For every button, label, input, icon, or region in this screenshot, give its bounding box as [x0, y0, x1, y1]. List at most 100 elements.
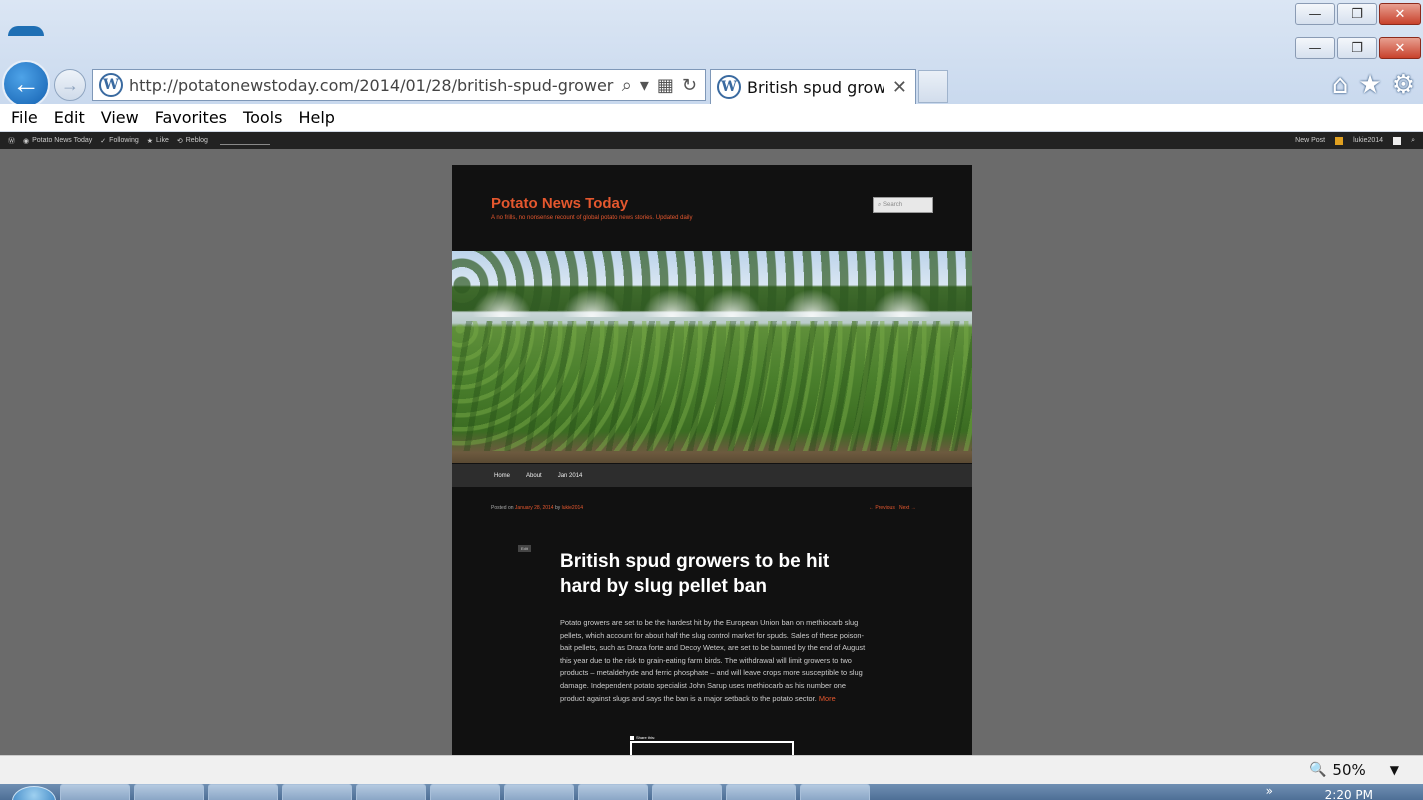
post-meta-prefix: Posted on — [491, 505, 514, 511]
post-body-text: Potato growers are set to be the hardest… — [560, 618, 866, 703]
taskbar-app-button[interactable] — [282, 784, 352, 800]
taskbar-app-button[interactable] — [726, 784, 796, 800]
post-body: Potato growers are set to be the hardest… — [560, 617, 866, 705]
address-url[interactable]: http://potatonewstoday.com/2014/01/28/br… — [129, 76, 614, 95]
home-icon[interactable]: ⌂ — [1332, 70, 1349, 100]
taskbar-app-button[interactable] — [356, 784, 426, 800]
wordpress-favicon-icon: W — [99, 73, 123, 97]
taskbar-explorer-button[interactable] — [208, 784, 278, 800]
tab-close-icon[interactable]: ✕ — [884, 77, 915, 98]
reblog-icon: ⟲ — [176, 137, 183, 145]
next-post-link[interactable]: Next → — [899, 505, 916, 511]
notifications-icon[interactable] — [1335, 136, 1344, 145]
menu-help[interactable]: Help — [290, 108, 342, 127]
taskbar-app-button[interactable] — [430, 784, 500, 800]
taskbar-ie-button[interactable] — [60, 784, 130, 800]
admin-site-link[interactable]: ◉ Potato News Today — [23, 137, 92, 145]
forward-button[interactable]: → — [54, 69, 86, 101]
admin-bar-right: New Post lukie2014 ⌕ — [1295, 136, 1423, 145]
admin-reblog-link[interactable]: ⟲ Reblog — [177, 137, 208, 145]
taskbar-clock[interactable]: 2:20 PM — [1325, 788, 1373, 800]
share-buttons-box[interactable] — [630, 741, 794, 755]
status-bar: 🔍 50% ▼ — [0, 755, 1423, 784]
search-icon[interactable]: ⌕ — [622, 75, 632, 96]
minimize-button[interactable]: — — [1295, 37, 1335, 59]
restore-button[interactable]: ❐ — [1337, 37, 1377, 59]
admin-like-link[interactable]: ★ Like — [147, 137, 169, 145]
outer-restore-button[interactable]: ❐ — [1337, 3, 1377, 25]
tab-wordpress-favicon-icon: W — [717, 75, 741, 99]
zoom-level[interactable]: 50% — [1332, 761, 1365, 779]
admin-user-name[interactable]: lukie2014 — [1353, 137, 1383, 144]
menu-view[interactable]: View — [93, 108, 147, 127]
stats-sparkline[interactable] — [219, 137, 270, 145]
ie-logo-icon — [8, 26, 44, 36]
menu-favorites[interactable]: Favorites — [147, 108, 235, 127]
sprinkler-spray — [702, 289, 762, 317]
dropdown-chevron-icon[interactable]: ▾ — [640, 75, 649, 96]
windows-taskbar: » 2:20 PM — [0, 784, 1423, 800]
nav-jan-2014[interactable]: Jan 2014 — [558, 473, 583, 479]
menu-tools[interactable]: Tools — [235, 108, 290, 127]
blog-page: Potato News Today A no frills, no nonsen… — [452, 165, 972, 755]
taskbar-word-button[interactable] — [504, 784, 574, 800]
close-button[interactable]: ✕ — [1379, 37, 1421, 59]
outer-close-button[interactable]: ✕ — [1379, 3, 1421, 25]
read-more-link[interactable]: More — [819, 694, 836, 703]
settings-gear-icon[interactable]: ⚙ — [1392, 70, 1415, 100]
new-post-link[interactable]: New Post — [1295, 137, 1325, 144]
following-icon: ✓ — [100, 137, 107, 145]
admin-following-label: Following — [109, 137, 139, 144]
outer-window-controls: — ❐ ✕ — [1295, 3, 1421, 25]
post-title: British spud growers to be hit hard by s… — [560, 551, 830, 597]
zoom-dropdown-chevron-icon[interactable]: ▼ — [1390, 763, 1399, 777]
wp-logo-icon[interactable]: Ⓦ — [8, 136, 15, 146]
site-search-input[interactable]: ⌕ Search — [873, 197, 933, 213]
sprinkler-spray — [472, 289, 532, 317]
admin-search-icon[interactable]: ⌕ — [1411, 137, 1415, 145]
post-author-link[interactable]: lukie2014 — [562, 505, 583, 511]
previous-post-link[interactable]: ← Previous — [869, 505, 895, 511]
address-bar-icons: ⌕ ▾ ▦ ↻ — [614, 75, 705, 96]
site-search-placeholder: Search — [883, 202, 903, 208]
tray-expand-icon[interactable]: » — [1266, 784, 1273, 798]
like-star-icon: ★ — [146, 137, 154, 145]
post-meta: Posted on January 28, 2014 by lukie2014 — [491, 505, 583, 511]
tab-active[interactable]: W British spud grower... ✕ — [710, 69, 916, 104]
nav-about[interactable]: About — [526, 473, 542, 479]
back-button[interactable]: ← — [2, 60, 50, 108]
taskbar-app-button[interactable] — [800, 784, 870, 800]
refresh-icon[interactable]: ↻ — [682, 75, 697, 96]
sprinkler-spray — [562, 289, 622, 317]
menu-edit[interactable]: Edit — [46, 108, 93, 127]
nav-home[interactable]: Home — [494, 473, 510, 479]
post-date-link[interactable]: January 28, 2014 — [515, 505, 554, 511]
admin-site-name: Potato News Today — [32, 137, 93, 144]
outer-minimize-button[interactable]: — — [1295, 3, 1335, 25]
site-nav: Home About Jan 2014 — [452, 464, 972, 487]
new-tab-button[interactable] — [918, 70, 948, 103]
taskbar-app-button[interactable] — [578, 784, 648, 800]
site-title[interactable]: Potato News Today — [491, 195, 628, 212]
menu-file[interactable]: File — [3, 108, 46, 127]
favorites-star-icon[interactable]: ★ — [1358, 70, 1381, 100]
admin-reblog-label: Reblog — [185, 137, 208, 144]
start-button[interactable] — [12, 786, 56, 800]
taskbar-app-button[interactable] — [652, 784, 722, 800]
wp-admin-bar: Ⓦ ◉ Potato News Today ✓ Following ★ Like ⟲ R… — [0, 132, 1423, 149]
taskbar-app-button[interactable] — [134, 784, 204, 800]
header-image-potato-field — [452, 251, 972, 463]
post-meta-by: by — [554, 505, 561, 511]
window-controls: — ❐ ✕ — [1295, 37, 1421, 59]
site-description: A no frills, no nonsense recount of glob… — [491, 215, 693, 221]
site-home-icon: ◉ — [23, 137, 30, 145]
post-edit-badge[interactable]: Edit — [518, 545, 531, 552]
avatar[interactable] — [1393, 136, 1402, 145]
sprinkler-spray — [872, 289, 932, 317]
compatibility-view-icon[interactable]: ▦ — [657, 75, 674, 96]
header-crop-rows — [452, 321, 972, 451]
zoom-magnifier-icon[interactable]: 🔍 — [1309, 762, 1326, 778]
tab-title: British spud grower... — [747, 77, 884, 97]
admin-following-link[interactable]: ✓ Following — [100, 137, 138, 145]
address-bar[interactable]: W http://potatonewstoday.com/2014/01/28/… — [92, 69, 706, 101]
